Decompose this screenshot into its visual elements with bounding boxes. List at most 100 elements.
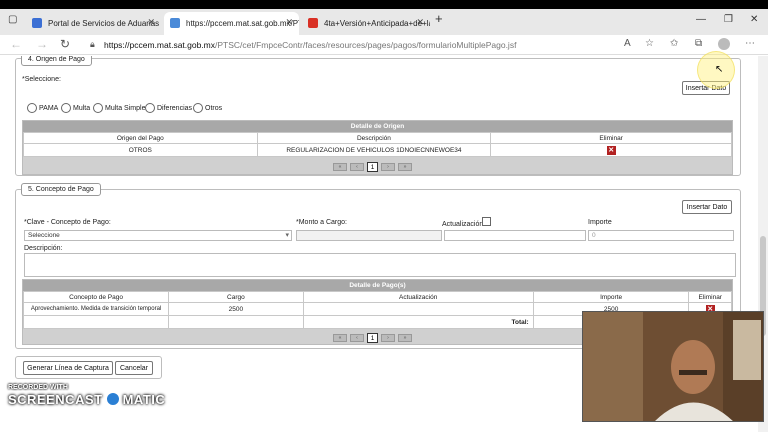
lock-icon: 🔒︎ [90,39,95,49]
table-cell: OTROS [23,143,258,157]
maximize-icon[interactable]: ❐ [724,14,733,25]
monto-cargo-label: *Monto a Cargo: [296,219,347,226]
prev-page-icon[interactable]: ‹ [350,163,364,171]
cancelar-button[interactable]: Cancelar [115,361,153,375]
select-value: Seleccione [28,232,60,239]
screen: ▢ Portal de Servicios de Aduanas ✕ https… [0,9,768,432]
screencast-logo-icon [104,391,121,407]
next-page-icon[interactable]: › [381,334,395,342]
first-page-icon[interactable]: « [333,163,347,171]
favorite-add-icon[interactable]: ☆ [645,38,654,49]
origen-pago-legend: 4. Origen de Pago [21,56,92,66]
column-header: Actualización [302,291,534,303]
url-path: /PTSC/cet/FmpceContr/faces/resources/pag… [215,39,517,50]
close-window-icon[interactable]: ✕ [750,14,758,25]
radio-circle [27,103,37,113]
address-bar: ← → ↻ 🔒︎ https://pccem.mat.sat.gob.mx/PT… [0,35,768,55]
column-header: Concepto de Pago [22,291,170,303]
radio-label: Otros [205,104,223,112]
insertar-dato-concepto-button[interactable]: Insertar Dato [682,200,732,214]
clave-concepto-label: *Clave - Concepto de Pago: [24,219,111,226]
delete-icon[interactable]: ✕ [606,145,616,155]
favorites-icon[interactable]: ✩ [670,38,678,49]
tab-actions-icon[interactable]: ▢ [8,14,17,25]
table-row: OTROS REGULARIZACION DE VEHICULOS 1DNOIE… [23,143,732,157]
url-field[interactable]: 🔒︎ https://pccem.mat.sat.gob.mx/PTSC/cet… [82,36,612,53]
generar-linea-captura-button[interactable]: Generar Línea de Captura [23,361,113,375]
tab-portal-aduanas[interactable]: Portal de Servicios de Aduanas ✕ [26,12,161,35]
radio-label: PAMA [39,104,59,112]
concepto-pago-legend: 5. Concepto de Pago [21,183,101,196]
radio-multa-simple[interactable]: Multa Simple [93,103,145,113]
next-page-icon[interactable]: › [381,163,395,171]
column-header: Importe [532,291,690,303]
tab-title: 4ta+Versión+Anticipada+de+la [324,19,430,28]
back-arrow-icon[interactable]: ← [10,37,22,51]
column-header: Cargo [168,291,304,303]
prev-page-icon[interactable]: ‹ [350,334,364,342]
radio-pama[interactable]: PAMA [27,103,58,113]
close-icon[interactable]: ✕ [147,17,155,28]
grid-title: Detalle de Pago(s) [23,280,732,291]
column-header: Eliminar [688,291,732,303]
importe-label: Importe [588,219,612,226]
radio-circle [145,103,155,113]
screencast-watermark: RECORDED WITH SCREENCAST MATIC [8,384,165,407]
table-cell [22,315,170,329]
table-cell: ✕ [490,143,732,157]
origen-pager: « ‹ 1 › » [333,162,412,172]
read-aloud-icon[interactable]: A [624,38,631,49]
actualizacion-checkbox[interactable] [482,217,491,226]
descripcion-textarea[interactable] [24,253,736,277]
close-icon[interactable]: ✕ [416,17,424,28]
close-icon[interactable]: ✕ [285,17,293,28]
screencast-brand: SCREENCAST MATIC [8,391,165,407]
webcam-person-image [583,312,763,421]
table-cell: Aprovechamiento. Medida de transición te… [22,302,170,316]
radio-diferencias[interactable]: Diferencias [145,103,192,113]
page-number[interactable]: 1 [367,162,378,172]
table-header-row: Origen del Pago Descripción Eliminar [23,132,732,144]
tab-title: Portal de Servicios de Aduanas [48,19,160,28]
tab-pdf-version[interactable]: 4ta+Versión+Anticipada+de+la ✕ [302,12,430,35]
radio-multa[interactable]: Multa [61,103,90,113]
clave-concepto-select[interactable]: Seleccione ▾ [24,230,292,241]
refresh-icon[interactable]: ↻ [60,37,70,51]
brand-left-text: SCREENCAST [8,391,103,407]
new-tab-button[interactable]: + [435,11,443,26]
collections-icon[interactable]: ⧉ [695,38,702,49]
radio-circle [61,103,71,113]
importe-input[interactable]: 0 [588,230,734,241]
column-header: Eliminar [490,132,732,144]
monto-cargo-input[interactable] [296,230,442,241]
table-cell: REGULARIZACION DE VEHICULOS 1DNOIECNNEWO… [256,143,492,157]
first-page-icon[interactable]: « [333,334,347,342]
tab-pccem[interactable]: https://pccem.mat.sat.gob.mx/PT ✕ [164,12,299,35]
radio-otros[interactable]: Otros [193,103,222,113]
descripcion-label: Descripción: [24,245,63,252]
last-page-icon[interactable]: » [398,163,412,171]
table-cell [302,302,534,316]
column-header: Descripción [256,132,492,144]
pago-pager: « ‹ 1 › » [333,333,412,343]
brand-right-text: MATIC [122,391,166,407]
seleccione-label: *Seleccione: [22,76,61,83]
browser-tab-bar: ▢ Portal de Servicios de Aduanas ✕ https… [0,9,768,35]
profile-avatar-icon[interactable] [718,38,730,50]
radio-label: Multa Simple [105,104,146,112]
tab-favicon-icon [170,18,180,28]
recorded-with-text: RECORDED WITH [8,384,68,391]
radio-circle [193,103,203,113]
forward-arrow-icon[interactable]: → [36,37,48,51]
mouse-pointer-icon: ↖ [715,64,724,75]
more-menu-icon[interactable]: ⋯ [745,38,755,49]
minimize-icon[interactable]: — [696,14,706,25]
radio-label: Diferencias [157,104,193,112]
url-host: https://pccem.mat.sat.gob.mx [104,39,216,50]
last-page-icon[interactable]: » [398,334,412,342]
tab-title: https://pccem.mat.sat.gob.mx/PT [186,19,299,28]
pdf-icon [308,18,318,28]
page-number[interactable]: 1 [367,333,378,343]
actualizacion-input[interactable] [444,230,586,241]
tab-favicon-icon [32,18,42,28]
